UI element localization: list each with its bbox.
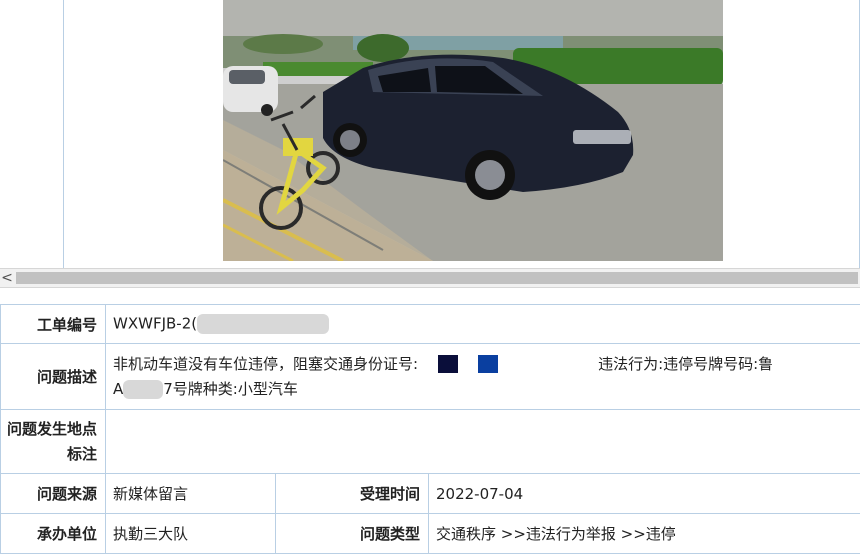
source-value: 新媒体留言 [105,473,276,514]
order-no-text: WXWFJB-2( [113,314,198,333]
plate-prefix: A [113,379,124,398]
parked-car-photo [223,0,723,261]
image-panel [0,0,860,268]
redaction-mask [197,314,330,334]
scrollbar-thumb[interactable] [16,272,858,284]
unit-value: 执勤三大队 [105,513,276,554]
redaction-mask [123,379,164,399]
order-no-value: WXWFJB-2( [105,304,860,344]
plate-type-text: 7号牌种类:小型汽车 [163,379,298,398]
unit-label: 承办单位 [0,513,106,554]
scroll-left-icon[interactable]: < [0,269,14,287]
order-no-label: 工单编号 [0,304,106,344]
redaction-block [438,355,459,373]
work-order-table: 工单编号 WXWFJB-2( 问题描述 非机动车道没有车位违停，阻塞交通身份证号… [0,304,860,554]
table-row: 问题来源 新媒体留言 受理时间 2022-07-04 [0,473,860,514]
description-label: 问题描述 [0,343,106,410]
location-label: 问题发生地点 标注 [0,409,106,474]
table-row: 问题描述 非机动车道没有车位违停，阻塞交通身份证号: 违法行为:违停号牌号码:鲁 … [0,343,860,410]
table-row: 工单编号 WXWFJB-2( [0,304,860,344]
violation-text: 违法行为:违停号牌号码:鲁 [598,354,774,373]
redaction-block [478,355,499,373]
table-row: 问题发生地点 标注 [0,409,860,474]
type-value: 交通秩序 >>违法行为举报 >>违停 [428,513,860,554]
description-value: 非机动车道没有车位违停，阻塞交通身份证号: 违法行为:违停号牌号码:鲁 A 7号牌种… [105,343,860,410]
column-divider [63,0,64,268]
accept-time-label: 受理时间 [275,473,429,514]
source-label: 问题来源 [0,473,106,514]
description-text: 非机动车道没有车位违停，阻塞交通身份证号: [113,354,419,373]
evidence-photo[interactable] [223,0,723,261]
accept-time-value: 2022-07-04 [428,473,860,514]
horizontal-scrollbar[interactable]: < [0,268,860,288]
type-label: 问题类型 [275,513,429,554]
location-label-line2: 标注 [66,444,97,463]
table-row: 承办单位 执勤三大队 问题类型 交通秩序 >>违法行为举报 >>违停 [0,513,860,554]
location-value [105,409,860,474]
location-label-line1: 问题发生地点 [6,419,97,438]
